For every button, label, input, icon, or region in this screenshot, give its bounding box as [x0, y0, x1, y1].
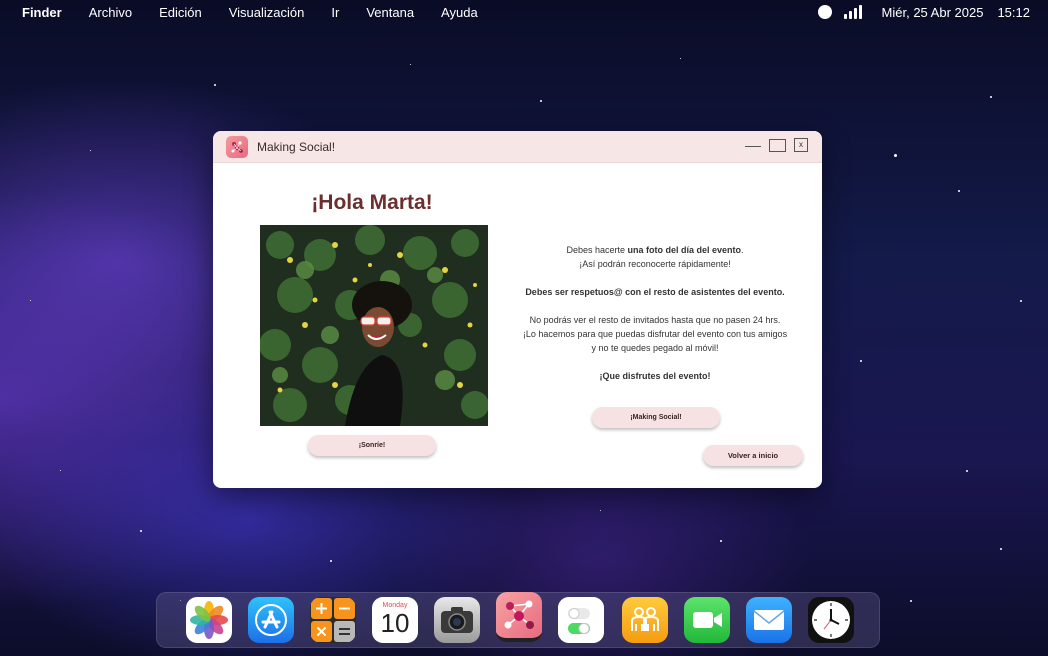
profile-photo — [260, 225, 488, 426]
menu-date[interactable]: Miér, 25 Abr 2025 — [882, 5, 984, 20]
facetime-icon[interactable] — [684, 597, 730, 643]
menu-ayuda[interactable]: Ayuda — [441, 5, 478, 20]
info-line-5: ¡Lo hacemos para que puedas disfrutar de… — [522, 329, 788, 339]
info-line-1: Debes hacerte una foto del día del event… — [566, 245, 744, 255]
menu-edicion[interactable]: Edición — [159, 5, 202, 20]
window-titlebar[interactable]: Making Social! x — [213, 131, 822, 163]
status-circle-icon[interactable] — [817, 5, 832, 19]
calendar-icon[interactable]: Monday 10 — [372, 597, 418, 643]
close-button[interactable]: x — [794, 138, 808, 152]
menu-app-name[interactable]: Finder — [22, 5, 62, 20]
menu-time[interactable]: 15:12 — [997, 5, 1030, 20]
camera-icon[interactable] — [434, 597, 480, 643]
calculator-icon[interactable] — [310, 597, 356, 643]
toggles-icon[interactable] — [558, 597, 604, 643]
back-to-home-button[interactable]: Volver a inicio — [703, 445, 803, 466]
smile-button[interactable]: ¡Sonríe! — [308, 435, 436, 456]
menu-ventana[interactable]: Ventana — [366, 5, 414, 20]
info-line-7: ¡Que disfrutes del evento! — [599, 371, 711, 381]
calendar-day: 10 — [380, 608, 410, 638]
menu-visualizacion[interactable]: Visualización — [229, 5, 305, 20]
info-line-3: Debes ser respetuos@ con el resto de asi… — [525, 287, 785, 297]
info-line-6: y no te quedes pegado al móvil! — [591, 343, 719, 353]
maximize-button[interactable] — [769, 138, 786, 152]
menu-bar: Finder Archivo Edición Visualización Ir … — [0, 0, 1048, 24]
photos-icon[interactable] — [186, 597, 232, 643]
mail-icon[interactable] — [746, 597, 792, 643]
minimize-button[interactable] — [745, 145, 761, 147]
window-title: Making Social! — [257, 139, 336, 154]
clock-icon[interactable] — [808, 597, 854, 643]
menu-archivo[interactable]: Archivo — [89, 5, 132, 20]
event-info: Debes hacerte una foto del día del event… — [503, 243, 807, 383]
menu-ir[interactable]: Ir — [331, 5, 339, 20]
app-store-icon[interactable] — [248, 597, 294, 643]
info-line-2: ¡Así podrán reconocerte rápidamente! — [579, 259, 731, 269]
info-line-4: No podrás ver el resto de invitados hast… — [529, 315, 781, 325]
making-social-icon[interactable] — [496, 592, 542, 642]
app-window: Making Social! x ¡Hola Marta! ¡Sonríe! D… — [213, 131, 822, 488]
find-friends-icon[interactable] — [622, 597, 668, 643]
signal-bars-icon[interactable] — [843, 5, 864, 19]
making-social-button[interactable]: ¡Making Social! — [592, 407, 720, 428]
making-social-logo-icon — [226, 135, 248, 158]
greeting-heading: ¡Hola Marta! — [311, 191, 433, 214]
